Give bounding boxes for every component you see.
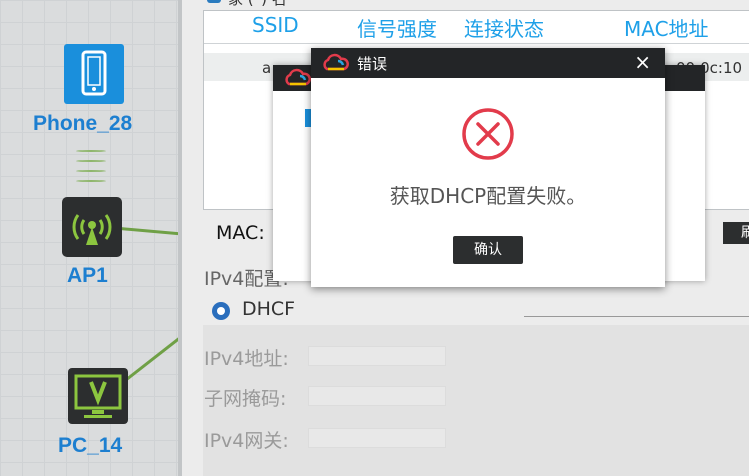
wlan-section-title: 家 (*) 名	[228, 0, 287, 9]
col-connection-status[interactable]: 连接状态	[464, 13, 544, 42]
topology-canvas[interactable]: Phone_28 AP1 PC_14	[0, 0, 178, 476]
row-ssid: a	[262, 59, 272, 77]
gateway-input	[308, 428, 446, 448]
gateway-label: IPv4网关:	[204, 430, 289, 452]
cloud-logo-icon	[285, 68, 311, 86]
wlan-table-header: SSID 信号强度 连接状态 MAC地址	[204, 11, 749, 44]
error-dialog: 错误 × 获取DHCP配置失败。 确认	[311, 48, 665, 287]
device-label-ap[interactable]: AP1	[67, 264, 108, 288]
col-mac-address[interactable]: MAC地址	[624, 13, 709, 42]
mac-label: MAC:	[216, 222, 265, 244]
subnet-mask-input	[308, 386, 446, 406]
link-ap-switch	[119, 227, 178, 236]
error-dialog-title: 错误	[357, 55, 388, 73]
divider	[524, 316, 749, 317]
cloud-logo-icon	[323, 53, 349, 71]
wireless-signal-icon	[76, 160, 106, 162]
error-circle-x-icon	[462, 108, 514, 160]
ipv4-address-input	[308, 346, 446, 366]
pc-device-icon[interactable]	[68, 368, 128, 424]
error-dialog-titlebar[interactable]: 错误 ×	[311, 48, 665, 78]
close-icon[interactable]: ×	[634, 51, 651, 73]
device-label-phone[interactable]: Phone_28	[33, 112, 132, 136]
col-ssid[interactable]: SSID	[252, 13, 299, 37]
device-label-pc[interactable]: PC_14	[58, 434, 122, 458]
subnet-mask-label: 子网掩码:	[204, 388, 287, 410]
confirm-button[interactable]: 确认	[453, 236, 523, 264]
col-signal-strength[interactable]: 信号强度	[357, 13, 437, 42]
dhcp-radio[interactable]	[212, 302, 230, 320]
wireless-signal-icon	[76, 180, 106, 182]
dhcp-label: DHCF	[242, 298, 296, 320]
wireless-ap-icon[interactable]	[62, 197, 122, 257]
ipv4-address-label: IPv4地址:	[204, 348, 289, 370]
error-message: 获取DHCP配置失败。	[389, 184, 587, 208]
refresh-button[interactable]: 刷	[723, 222, 749, 244]
wlan-checkbox[interactable]	[207, 0, 221, 3]
phone-device-icon[interactable]	[64, 44, 124, 104]
link-pc-switch	[123, 337, 178, 383]
wireless-signal-icon	[76, 150, 106, 152]
wireless-signal-icon	[76, 170, 106, 172]
